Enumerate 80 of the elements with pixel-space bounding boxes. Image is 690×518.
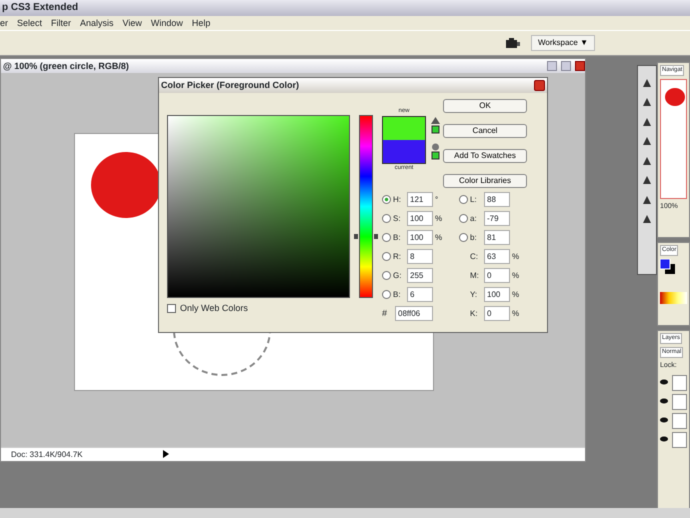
- input-field[interactable]: 0: [484, 268, 510, 283]
- input-field[interactable]: 81: [484, 230, 510, 245]
- radio-button[interactable]: [382, 195, 391, 204]
- tool-icon[interactable]: [641, 174, 653, 187]
- tool-icon[interactable]: [641, 96, 653, 109]
- input-field[interactable]: 100: [484, 287, 510, 302]
- input-field[interactable]: 121: [407, 192, 433, 207]
- input-field[interactable]: 0: [484, 306, 510, 321]
- field-label: S:: [393, 212, 402, 224]
- dialog-button[interactable]: Color Libraries: [443, 174, 527, 188]
- menu-item[interactable]: Filter: [51, 16, 72, 30]
- field-label: a:: [470, 212, 478, 224]
- unit-label: %: [512, 270, 520, 282]
- field-label: B:: [393, 288, 402, 300]
- radio-button[interactable]: [459, 233, 468, 242]
- checkbox-label: Only Web Colors: [180, 302, 248, 315]
- radio-button[interactable]: [382, 271, 391, 280]
- radio-button[interactable]: [382, 233, 391, 242]
- dialog-title: Color Picker (Foreground Color): [161, 78, 300, 92]
- hue-slider[interactable]: [354, 115, 378, 300]
- field-label: L:: [470, 194, 478, 206]
- input-field[interactable]: 8: [407, 249, 433, 264]
- input-field[interactable]: 6: [407, 287, 433, 302]
- new-color-swatch: [382, 116, 426, 140]
- tool-icon[interactable]: [641, 212, 653, 226]
- layer-thumbnail[interactable]: [672, 432, 687, 448]
- unit-label: %: [435, 212, 444, 224]
- field-label: H:: [393, 194, 402, 206]
- menu-item[interactable]: View: [122, 16, 142, 30]
- menu-item[interactable]: er: [0, 16, 8, 30]
- field-label: B:: [393, 232, 402, 244]
- field-label: M:: [470, 270, 480, 282]
- menu-item[interactable]: Window: [150, 16, 183, 30]
- field-label: C:: [470, 250, 479, 262]
- unit-label: %: [512, 288, 520, 300]
- close-button[interactable]: [534, 80, 545, 91]
- unit-label: %: [435, 232, 444, 244]
- checkbox[interactable]: [167, 304, 176, 314]
- radio-button[interactable]: [382, 214, 391, 223]
- unit-label: %: [512, 308, 520, 320]
- workspace-button[interactable]: Workspace ▼: [530, 35, 595, 51]
- camera-icon[interactable]: [504, 36, 521, 50]
- color-field[interactable]: [167, 115, 350, 298]
- input-field[interactable]: 63: [484, 249, 510, 264]
- warning-icon[interactable]: [431, 117, 443, 135]
- hue-marker[interactable]: [354, 234, 378, 240]
- hex-label: #: [382, 306, 388, 320]
- radio-button[interactable]: [459, 195, 468, 204]
- field-label: K:: [470, 308, 479, 320]
- field-label: R:: [393, 250, 402, 262]
- tool-icon[interactable]: [641, 134, 653, 148]
- document-size: Doc: 331.4K/904.7K: [11, 448, 83, 460]
- dialog-button[interactable]: Cancel: [443, 124, 527, 138]
- app-title: p CS3 Extended: [0, 0, 690, 16]
- field-label: b:: [470, 232, 478, 244]
- radio-button[interactable]: [459, 214, 468, 223]
- input-field[interactable]: 100: [407, 211, 433, 226]
- arrow-icon[interactable]: [162, 448, 169, 460]
- dialog-button[interactable]: Add To Swatches: [443, 149, 527, 163]
- menu-item[interactable]: Help: [192, 16, 210, 30]
- current-color-swatch: [382, 140, 426, 164]
- input-field[interactable]: -79: [484, 211, 510, 226]
- radio-button[interactable]: [382, 252, 391, 261]
- layer-thumbnail[interactable]: [672, 412, 687, 428]
- input-field[interactable]: 255: [407, 268, 433, 283]
- unit-label: °: [435, 194, 440, 206]
- unit-label: %: [512, 250, 520, 262]
- input-field[interactable]: 88: [484, 192, 510, 207]
- layer-thumbnail[interactable]: [672, 394, 687, 410]
- hex-field[interactable]: 08ff06: [395, 306, 433, 321]
- menu-item[interactable]: Select: [17, 16, 42, 30]
- dialog-button[interactable]: OK: [443, 99, 527, 113]
- input-field[interactable]: 100: [407, 230, 433, 245]
- radio-button[interactable]: [382, 290, 391, 299]
- field-label: G:: [393, 270, 402, 282]
- menu-item[interactable]: Analysis: [80, 16, 114, 30]
- color-spectrum: [660, 292, 687, 304]
- field-label: Y:: [470, 288, 478, 300]
- document-title: @ 100% (green circle, RGB/8): [3, 60, 129, 73]
- layer-thumbnail[interactable]: [672, 374, 687, 390]
